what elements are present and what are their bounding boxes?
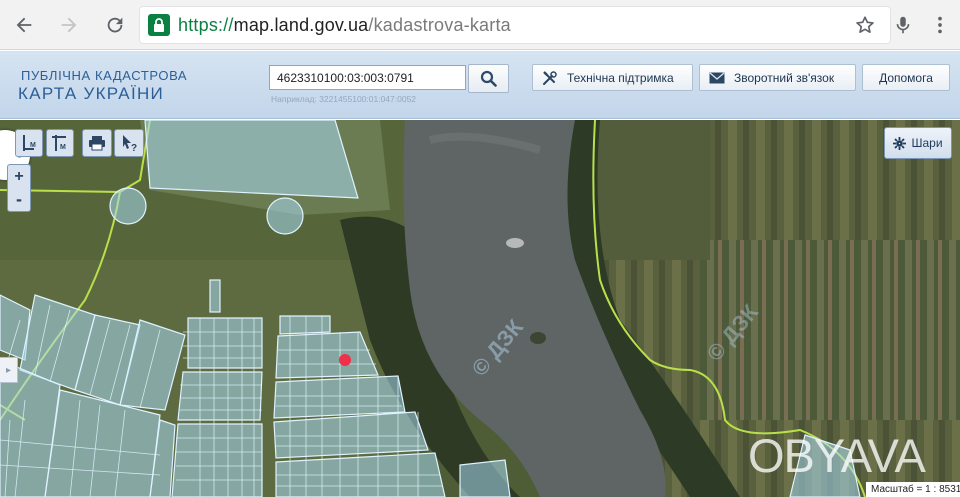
printer-icon xyxy=(89,136,105,151)
obyava-watermark: OBYAVA xyxy=(748,429,926,482)
tech-support-button[interactable]: Технічна підтримка xyxy=(532,64,693,91)
url-host: map.land.gov.ua xyxy=(233,15,369,35)
svg-text:M: M xyxy=(60,144,66,151)
search-example-hint: Наприклад: 3221455100:01:047:0052 xyxy=(271,94,417,104)
more-vertical-icon xyxy=(938,16,942,34)
address-bar[interactable]: https://map.land.gov.ua/kadastrova-karta xyxy=(140,7,890,43)
envelope-icon xyxy=(709,72,725,83)
bookmark-button[interactable] xyxy=(848,8,882,42)
area-measure-button[interactable]: M xyxy=(46,129,74,157)
lock-icon xyxy=(148,14,170,36)
print-button[interactable] xyxy=(82,129,112,157)
cursor-question-icon: ? xyxy=(123,135,137,153)
site-header: ПУБЛІЧНА КАДАСТРОВА КАРТА УКРАЇНИ Наприк… xyxy=(0,51,960,119)
help-label: Допомога xyxy=(879,70,933,85)
arrow-left-icon xyxy=(16,17,32,33)
tools-icon xyxy=(543,70,557,85)
microphone-icon xyxy=(896,16,910,34)
svg-text:M: M xyxy=(30,142,36,149)
selected-parcel-marker xyxy=(339,354,351,366)
search-icon xyxy=(480,70,497,87)
browser-menu-button[interactable] xyxy=(923,8,957,42)
cadastral-search-input[interactable] xyxy=(269,65,466,90)
arrow-right-icon xyxy=(61,17,77,33)
ruler-measure-button[interactable]: M xyxy=(15,129,43,157)
svg-text:?: ? xyxy=(131,143,137,153)
zoom-in-button[interactable]: + xyxy=(14,165,23,189)
gear-icon xyxy=(893,136,907,150)
arrow-right-small-icon: ▸ xyxy=(5,364,12,376)
layers-button[interactable]: Шари xyxy=(884,127,952,159)
search-button[interactable] xyxy=(468,64,509,93)
zoom-out-button[interactable]: - xyxy=(16,189,22,211)
tech-support-label: Технічна підтримка xyxy=(567,70,674,85)
layers-label: Шари xyxy=(911,136,943,150)
back-button[interactable] xyxy=(7,8,41,42)
url-text: https://map.land.gov.ua/kadastrova-karta xyxy=(178,14,511,36)
identify-button[interactable]: ? xyxy=(114,129,144,157)
ruler-icon: M xyxy=(23,135,36,151)
star-outline-icon xyxy=(856,16,874,33)
map-scale: Масштаб = 1 : 8531 xyxy=(866,482,960,497)
reload-icon xyxy=(107,17,123,33)
feedback-button[interactable]: Зворотний зв'язок xyxy=(699,64,856,91)
url-path: /kadastrova-karta xyxy=(368,15,511,35)
browser-toolbar: https://map.land.gov.ua/kadastrova-karta xyxy=(0,0,960,50)
url-scheme: https:// xyxy=(178,15,234,35)
feedback-label: Зворотний зв'язок xyxy=(734,70,835,85)
forward-button[interactable] xyxy=(52,8,86,42)
cadastral-map[interactable]: © ДЗК © ДЗК › M M ? + - ▸ Шари OBYAVA Ма… xyxy=(0,120,960,497)
reload-button[interactable] xyxy=(98,8,132,42)
help-button[interactable]: Допомога xyxy=(862,64,950,91)
zoom-control: + - xyxy=(7,164,31,212)
side-tab-handle[interactable]: ▸ xyxy=(0,357,18,383)
site-logo-line1: ПУБЛІЧНА КАДАСТРОВА xyxy=(21,68,188,83)
voice-search-button[interactable] xyxy=(886,8,920,42)
area-measure-icon: M xyxy=(52,135,66,151)
site-logo-line2: КАРТА УКРАЇНИ xyxy=(18,84,165,103)
